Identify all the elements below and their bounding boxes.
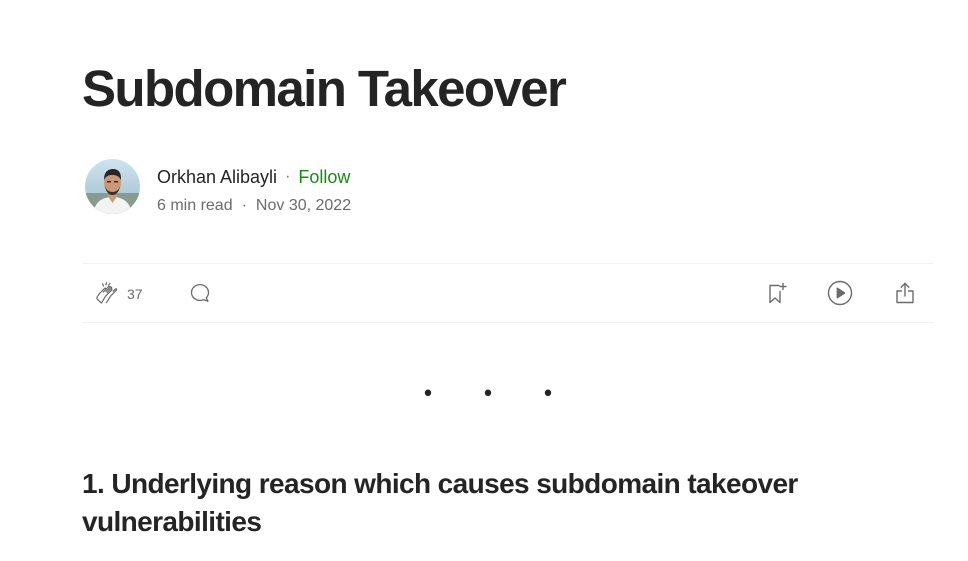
article-title: Subdomain Takeover bbox=[82, 60, 567, 117]
divider-dots: • • • bbox=[421, 382, 575, 407]
read-time: 6 min read bbox=[157, 197, 233, 214]
author-line: Orkhan Alibayli · Follow bbox=[157, 166, 351, 188]
article-action-bar: 37 bbox=[82, 263, 934, 323]
author-avatar[interactable] bbox=[85, 159, 140, 214]
speech-bubble-icon bbox=[188, 281, 212, 305]
section-heading: 1. Underlying reason which causes subdom… bbox=[82, 468, 798, 537]
separator-dot: · bbox=[285, 168, 291, 185]
separator-dot: · bbox=[241, 197, 247, 214]
author-block: Orkhan Alibayli · Follow 6 min read · No… bbox=[85, 159, 351, 217]
author-name-link[interactable]: Orkhan Alibayli bbox=[157, 166, 277, 188]
avatar-photo-icon bbox=[85, 159, 140, 214]
section-divider: • • • bbox=[0, 384, 968, 406]
publish-date: Nov 30, 2022 bbox=[255, 197, 352, 214]
response-button[interactable] bbox=[188, 264, 212, 322]
author-meta: Orkhan Alibayli · Follow 6 min read · No… bbox=[157, 159, 351, 216]
follow-button[interactable]: Follow bbox=[298, 166, 350, 188]
reading-meta: 6 min read · Nov 30, 2022 bbox=[157, 196, 351, 216]
clap-count: 37 bbox=[127, 286, 143, 302]
listen-button[interactable] bbox=[826, 264, 854, 322]
clap-icon bbox=[94, 280, 120, 306]
share-button[interactable] bbox=[892, 264, 918, 322]
play-circle-icon bbox=[826, 279, 854, 307]
share-upload-icon bbox=[892, 280, 918, 306]
bookmark-plus-icon bbox=[764, 280, 790, 306]
clap-button[interactable]: 37 bbox=[94, 264, 143, 322]
save-button[interactable] bbox=[764, 264, 790, 322]
